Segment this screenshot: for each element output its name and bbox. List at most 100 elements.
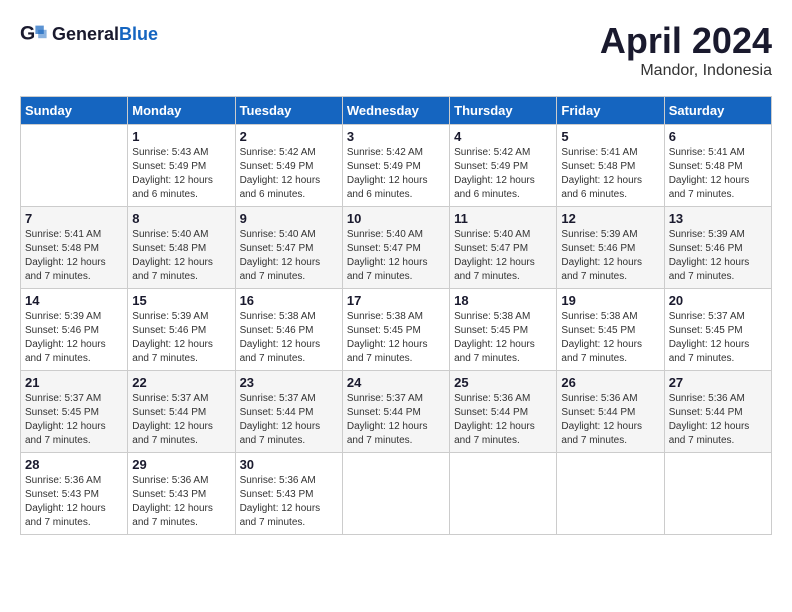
day-info: Sunrise: 5:39 AM Sunset: 5:46 PM Dayligh… (561, 228, 659, 284)
logo-general-text: General (52, 24, 119, 44)
day-number: 16 (240, 293, 338, 308)
day-info: Sunrise: 5:36 AM Sunset: 5:44 PM Dayligh… (454, 392, 552, 448)
calendar-cell: 4Sunrise: 5:42 AM Sunset: 5:49 PM Daylig… (450, 125, 557, 207)
calendar-cell: 10 Sunrise: 5:40 AM Sunset: 5:47 PM Dayli… (342, 207, 449, 289)
calendar-cell: 18Sunrise: 5:38 AM Sunset: 5:45 PM Dayli… (450, 289, 557, 371)
day-number: 15 (132, 293, 230, 308)
day-info: Sunrise: 5:40 AM Sunset: 5:47 PM Dayligh… (347, 228, 445, 284)
day-info: Sunrise: 5:37 AM Sunset: 5:44 PM Dayligh… (347, 392, 445, 448)
weekday-header-saturday: Saturday (664, 97, 771, 125)
day-info: Sunrise: 5:39 AM Sunset: 5:46 PM Dayligh… (132, 310, 230, 366)
day-number: 24 (347, 375, 445, 390)
logo: G GeneralBlue (20, 20, 158, 48)
day-info: Sunrise: 5:43 AM Sunset: 5:49 PM Dayligh… (132, 146, 230, 202)
calendar-cell: 12Sunrise: 5:39 AM Sunset: 5:46 PM Dayli… (557, 207, 664, 289)
day-info: Sunrise: 5:41 AM Sunset: 5:48 PM Dayligh… (669, 146, 767, 202)
calendar-cell (21, 125, 128, 207)
day-info: Sunrise: 5:41 AM Sunset: 5:48 PM Dayligh… (25, 228, 123, 284)
day-info: Sunrise: 5:36 AM Sunset: 5:44 PM Dayligh… (669, 392, 767, 448)
calendar-week-5: 28Sunrise: 5:36 AM Sunset: 5:43 PM Dayli… (21, 453, 772, 535)
day-number: 11 (454, 211, 552, 226)
day-number: 21 (25, 375, 123, 390)
calendar-cell: 21 Sunrise: 5:37 AM Sunset: 5:45 PM Dayli… (21, 371, 128, 453)
day-number: 8 (132, 211, 230, 226)
calendar-cell: 9 Sunrise: 5:40 AM Sunset: 5:47 PM Daylig… (235, 207, 342, 289)
day-info: Sunrise: 5:38 AM Sunset: 5:45 PM Dayligh… (347, 310, 445, 366)
day-info: Sunrise: 5:37 AM Sunset: 5:44 PM Dayligh… (132, 392, 230, 448)
day-number: 17 (347, 293, 445, 308)
day-number: 9 (240, 211, 338, 226)
day-info: Sunrise: 5:40 AM Sunset: 5:47 PM Dayligh… (454, 228, 552, 284)
weekday-header-wednesday: Wednesday (342, 97, 449, 125)
day-number: 7 (25, 211, 123, 226)
day-info: Sunrise: 5:42 AM Sunset: 5:49 PM Dayligh… (454, 146, 552, 202)
day-number: 30 (240, 457, 338, 472)
calendar-cell: 28Sunrise: 5:36 AM Sunset: 5:43 PM Dayli… (21, 453, 128, 535)
day-number: 26 (561, 375, 659, 390)
day-number: 22 (132, 375, 230, 390)
day-number: 23 (240, 375, 338, 390)
day-info: Sunrise: 5:36 AM Sunset: 5:43 PM Dayligh… (132, 474, 230, 530)
calendar-cell: 19Sunrise: 5:38 AM Sunset: 5:45 PM Dayli… (557, 289, 664, 371)
calendar-cell: 16 Sunrise: 5:38 AM Sunset: 5:46 PM Dayli… (235, 289, 342, 371)
calendar-cell: 1 Sunrise: 5:43 AM Sunset: 5:49 PM Daylig… (128, 125, 235, 207)
calendar-cell (557, 453, 664, 535)
day-number: 5 (561, 129, 659, 144)
day-info: Sunrise: 5:37 AM Sunset: 5:45 PM Dayligh… (25, 392, 123, 448)
weekday-header-sunday: Sunday (21, 97, 128, 125)
title-block: April 2024 Mandor, Indonesia (600, 20, 772, 80)
calendar-cell: 23Sunrise: 5:37 AM Sunset: 5:44 PM Dayli… (235, 371, 342, 453)
calendar-cell: 17 Sunrise: 5:38 AM Sunset: 5:45 PM Dayli… (342, 289, 449, 371)
calendar-cell (450, 453, 557, 535)
day-info: Sunrise: 5:36 AM Sunset: 5:43 PM Dayligh… (25, 474, 123, 530)
day-info: Sunrise: 5:39 AM Sunset: 5:46 PM Dayligh… (25, 310, 123, 366)
day-info: Sunrise: 5:42 AM Sunset: 5:49 PM Dayligh… (240, 146, 338, 202)
calendar-week-2: 7 Sunrise: 5:41 AM Sunset: 5:48 PM Daylig… (21, 207, 772, 289)
day-number: 13 (669, 211, 767, 226)
calendar-cell (342, 453, 449, 535)
calendar-week-3: 14 Sunrise: 5:39 AM Sunset: 5:46 PM Dayli… (21, 289, 772, 371)
day-number: 1 (132, 129, 230, 144)
day-number: 2 (240, 129, 338, 144)
day-number: 19 (561, 293, 659, 308)
day-number: 14 (25, 293, 123, 308)
day-info: Sunrise: 5:38 AM Sunset: 5:46 PM Dayligh… (240, 310, 338, 366)
day-number: 25 (454, 375, 552, 390)
weekday-header-thursday: Thursday (450, 97, 557, 125)
calendar-cell: 11 Sunrise: 5:40 AM Sunset: 5:47 PM Dayli… (450, 207, 557, 289)
calendar-cell: 24 Sunrise: 5:37 AM Sunset: 5:44 PM Dayli… (342, 371, 449, 453)
calendar-header-row: SundayMondayTuesdayWednesdayThursdayFrid… (21, 97, 772, 125)
calendar-cell: 26 Sunrise: 5:36 AM Sunset: 5:44 PM Dayli… (557, 371, 664, 453)
day-info: Sunrise: 5:36 AM Sunset: 5:44 PM Dayligh… (561, 392, 659, 448)
day-info: Sunrise: 5:42 AM Sunset: 5:49 PM Dayligh… (347, 146, 445, 202)
calendar-cell: 22 Sunrise: 5:37 AM Sunset: 5:44 PM Dayli… (128, 371, 235, 453)
calendar-table: SundayMondayTuesdayWednesdayThursdayFrid… (20, 96, 772, 535)
weekday-header-friday: Friday (557, 97, 664, 125)
calendar-cell (664, 453, 771, 535)
day-info: Sunrise: 5:41 AM Sunset: 5:48 PM Dayligh… (561, 146, 659, 202)
day-number: 27 (669, 375, 767, 390)
calendar-cell: 8 Sunrise: 5:40 AM Sunset: 5:48 PM Daylig… (128, 207, 235, 289)
day-number: 18 (454, 293, 552, 308)
day-info: Sunrise: 5:36 AM Sunset: 5:43 PM Dayligh… (240, 474, 338, 530)
page-subtitle: Mandor, Indonesia (600, 62, 772, 80)
calendar-cell: 3 Sunrise: 5:42 AM Sunset: 5:49 PM Daylig… (342, 125, 449, 207)
weekday-header-tuesday: Tuesday (235, 97, 342, 125)
page-title: April 2024 (600, 20, 772, 62)
day-number: 10 (347, 211, 445, 226)
day-number: 6 (669, 129, 767, 144)
calendar-cell: 2 Sunrise: 5:42 AM Sunset: 5:49 PM Daylig… (235, 125, 342, 207)
calendar-cell: 6 Sunrise: 5:41 AM Sunset: 5:48 PM Daylig… (664, 125, 771, 207)
day-info: Sunrise: 5:39 AM Sunset: 5:46 PM Dayligh… (669, 228, 767, 284)
svg-text:G: G (20, 23, 35, 45)
day-info: Sunrise: 5:40 AM Sunset: 5:47 PM Dayligh… (240, 228, 338, 284)
calendar-cell: 14 Sunrise: 5:39 AM Sunset: 5:46 PM Dayli… (21, 289, 128, 371)
day-info: Sunrise: 5:40 AM Sunset: 5:48 PM Dayligh… (132, 228, 230, 284)
day-number: 3 (347, 129, 445, 144)
day-number: 20 (669, 293, 767, 308)
calendar-week-4: 21 Sunrise: 5:37 AM Sunset: 5:45 PM Dayli… (21, 371, 772, 453)
day-info: Sunrise: 5:37 AM Sunset: 5:45 PM Dayligh… (669, 310, 767, 366)
calendar-cell: 15 Sunrise: 5:39 AM Sunset: 5:46 PM Dayli… (128, 289, 235, 371)
logo-icon: G (20, 20, 48, 48)
weekday-header-monday: Monday (128, 97, 235, 125)
